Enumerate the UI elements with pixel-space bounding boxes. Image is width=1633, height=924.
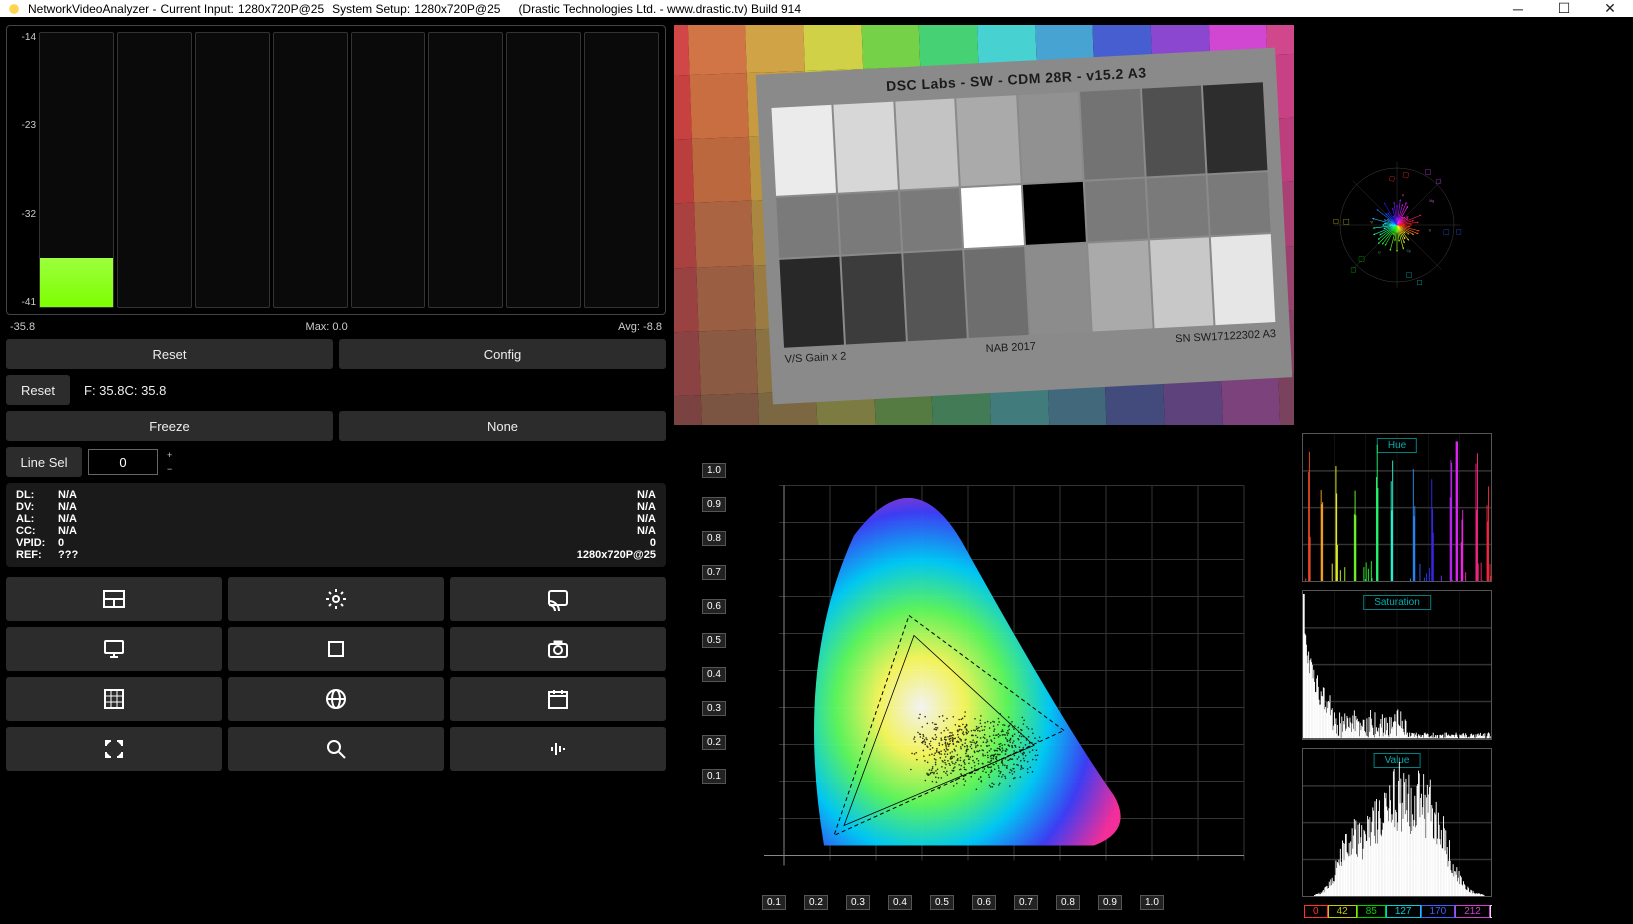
calendar-icon[interactable]: [450, 677, 666, 721]
audio-icon[interactable]: [450, 727, 666, 771]
grid-icon[interactable]: [6, 677, 222, 721]
meter-scale-tick: -23: [13, 120, 36, 131]
histogram-saturation: Saturation: [1302, 590, 1492, 739]
vec-label-b: B: [1429, 228, 1432, 232]
title-app: NetworkVideoAnalyzer -: [28, 2, 157, 16]
meter-channel: [39, 32, 114, 308]
side-panel: -14 -23 -32 -41 -35.8 Max: 0.0 Avg: -8.8 Re…: [6, 25, 666, 918]
cie-xtick: 0.1: [762, 895, 786, 910]
meter-channel: [117, 32, 192, 308]
meter-scale-tick: -41: [13, 297, 36, 308]
title-curinput-value: 1280x720P@25: [238, 2, 324, 16]
window-titlebar: NetworkVideoAnalyzer - Current Input: 12…: [0, 0, 1633, 17]
reset-fc-button[interactable]: Reset: [6, 375, 70, 405]
square-icon[interactable]: [228, 627, 444, 671]
cie-xtick: 0.6: [972, 895, 996, 910]
histograms: Hue Saturation Value 04285127170212255: [1302, 433, 1492, 918]
cie-ytick: 0.8: [702, 531, 726, 546]
video-preview: DSC Labs - SW - CDM 28R - v15.2 A3 V/S G…: [674, 25, 1294, 425]
histogram-hue: Hue: [1302, 433, 1492, 582]
meter-stat-max: Max: 0.0: [306, 321, 348, 333]
meter-stat-left: -35.8: [10, 321, 35, 333]
title-company: (Drastic Technologies Ltd. - www.drastic…: [518, 2, 801, 16]
fullscreen-icon[interactable]: [6, 727, 222, 771]
app-icon: [6, 1, 22, 17]
cie-ytick: 0.5: [702, 633, 726, 648]
test-chart-footer-right: SN SW17122302 A3: [1175, 328, 1276, 345]
window-minimize[interactable]: ─: [1495, 0, 1541, 17]
cie-xtick: 0.5: [930, 895, 954, 910]
layout-icon[interactable]: [6, 577, 222, 621]
info-row: DL:N/AN/A: [16, 489, 656, 501]
meter-scale: -14 -23 -32 -41: [13, 32, 39, 308]
camera-icon[interactable]: [450, 627, 666, 671]
cie-ytick: 0.7: [702, 565, 726, 580]
meter-channel: [506, 32, 581, 308]
cie-xtick: 0.2: [804, 895, 828, 910]
audio-meters: -14 -23 -32 -41: [6, 25, 666, 315]
line-sel-button[interactable]: Line Sel: [6, 447, 82, 477]
reset-button[interactable]: Reset: [6, 339, 333, 369]
meter-scale-tick: -14: [13, 32, 36, 43]
fc-readout: F: 35.8C: 35.8: [76, 375, 666, 405]
window-close[interactable]: ✕: [1587, 0, 1633, 17]
title-setup-label: System Setup:: [332, 2, 410, 16]
meter-channel: [273, 32, 348, 308]
config-button[interactable]: Config: [339, 339, 666, 369]
search-icon[interactable]: [228, 727, 444, 771]
signal-info: DL:N/AN/ADV:N/AN/AAL:N/AN/ACC:N/AN/AVPID…: [6, 483, 666, 567]
none-button[interactable]: None: [339, 411, 666, 441]
vec-label-yl: Yl: [1370, 221, 1373, 225]
test-chart-footer-left: V/S Gain x 2: [784, 350, 846, 365]
globe-icon[interactable]: [228, 677, 444, 721]
test-chart-tiles: [771, 82, 1275, 347]
cie-ytick: 0.4: [702, 667, 726, 682]
cie-xtick: 1.0: [1140, 895, 1164, 910]
vec-label-mg: Mg: [1429, 199, 1434, 203]
window-maximize[interactable]: ☐: [1541, 0, 1587, 17]
monitor-icon[interactable]: [6, 627, 222, 671]
info-row: CC:N/AN/A: [16, 525, 656, 537]
vec-label-r: R: [1402, 194, 1405, 198]
cie-ytick: 0.1: [702, 769, 726, 784]
gear-icon[interactable]: [228, 577, 444, 621]
line-sel-up[interactable]: +: [164, 448, 175, 462]
vec-label-cy: Cy: [1407, 249, 1412, 253]
test-chart-footer-center: NAB 2017: [985, 341, 1036, 356]
cie-chromaticity: 1.0 0.9 0.8 0.7 0.6 0.5 0.4 0.3 0.2 0.1 0.1 0.2 0.3…: [674, 433, 1294, 918]
meter-stat-avg: Avg: -8.8: [618, 321, 662, 333]
cie-xtick: 0.3: [846, 895, 870, 910]
line-sel-input[interactable]: [88, 449, 158, 475]
info-row: VPID:00: [16, 537, 656, 549]
freeze-button[interactable]: Freeze: [6, 411, 333, 441]
histogram-value: Value: [1302, 748, 1492, 897]
meter-channel: [428, 32, 503, 308]
cie-xtick: 0.9: [1098, 895, 1122, 910]
cie-xtick: 0.8: [1056, 895, 1080, 910]
cie-ytick: 0.9: [702, 497, 726, 512]
line-sel-down[interactable]: −: [164, 462, 175, 476]
meter-channel: [195, 32, 270, 308]
cie-ytick: 0.2: [702, 735, 726, 750]
cie-xtick: 0.4: [888, 895, 912, 910]
cie-xtick: 0.7: [1014, 895, 1038, 910]
vectorscope: R Mg B Cy G Yl: [1302, 25, 1492, 425]
info-row: REF:???1280x720P@25: [16, 549, 656, 561]
info-row: DV:N/AN/A: [16, 501, 656, 513]
cie-ytick: 1.0: [702, 463, 726, 478]
meter-bars: [39, 32, 659, 308]
meter-channel: [584, 32, 659, 308]
cie-ytick: 0.6: [702, 599, 726, 614]
info-row: AL:N/AN/A: [16, 513, 656, 525]
vec-label-g: G: [1378, 251, 1381, 255]
test-chart-card: DSC Labs - SW - CDM 28R - v15.2 A3 V/S G…: [756, 48, 1293, 405]
meter-scale-tick: -32: [13, 209, 36, 220]
cast-icon[interactable]: [450, 577, 666, 621]
cie-ytick: 0.3: [702, 701, 726, 716]
meter-channel: [351, 32, 426, 308]
title-setup-value: 1280x720P@25: [414, 2, 500, 16]
title-curinput-label: Current Input:: [161, 2, 234, 16]
